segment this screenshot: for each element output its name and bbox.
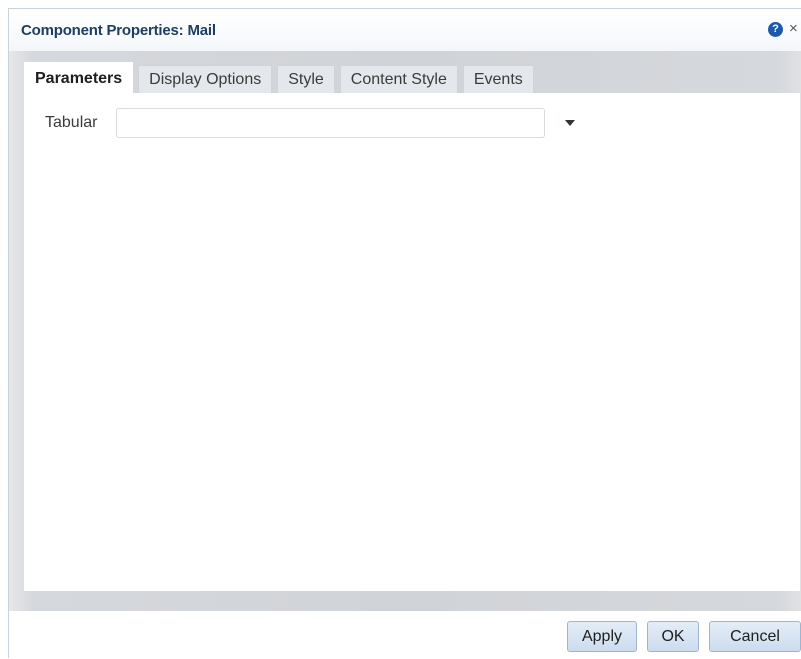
component-properties-dialog: Component Properties: Mail ? × Parameter…: [8, 8, 801, 659]
dialog-footer: Apply OK Cancel: [9, 611, 801, 659]
tab-bar: Parameters Display Options Style Content…: [24, 62, 539, 93]
help-icon[interactable]: ?: [768, 22, 783, 37]
content-frame: Parameters Display Options Style Content…: [9, 51, 801, 611]
close-icon[interactable]: ×: [789, 20, 801, 38]
dialog-titlebar[interactable]: Component Properties: Mail ? ×: [9, 9, 801, 51]
parameters-panel: Tabular: [24, 93, 800, 591]
dialog-title: Component Properties: Mail: [21, 22, 216, 39]
chevron-down-icon[interactable]: [565, 120, 575, 126]
tab-content-style[interactable]: Content Style: [339, 65, 458, 93]
tab-style[interactable]: Style: [277, 65, 335, 93]
ok-button[interactable]: OK: [647, 621, 699, 652]
apply-button[interactable]: Apply: [567, 621, 637, 652]
tabular-label: Tabular: [45, 114, 98, 131]
tab-display-options[interactable]: Display Options: [138, 65, 273, 93]
tabular-select-input[interactable]: [116, 108, 545, 138]
tab-events[interactable]: Events: [462, 65, 534, 93]
tab-parameters[interactable]: Parameters: [24, 62, 134, 93]
cancel-button[interactable]: Cancel: [709, 621, 801, 652]
